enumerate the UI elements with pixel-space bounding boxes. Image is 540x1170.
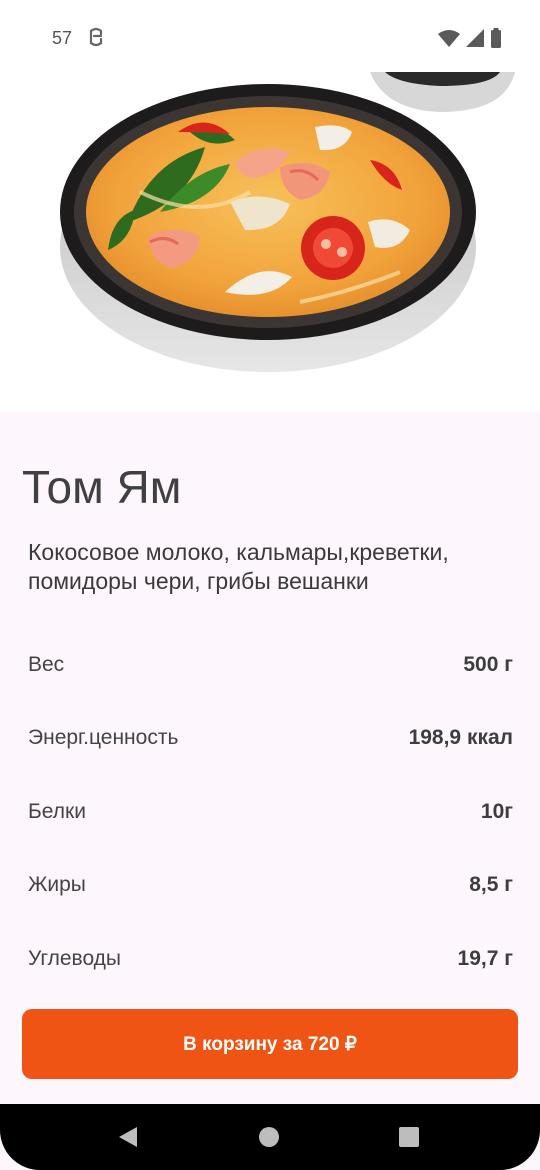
- nutrition-value: 8,5 г: [469, 873, 513, 897]
- product-description: Кокосовое молоко, кальмары,креветки, пом…: [28, 539, 449, 594]
- nutrition-row-carbs: Углеводы 19,7 г: [28, 922, 513, 996]
- status-time: 57: [52, 28, 73, 48]
- nutrition-value: 198,9 ккал: [408, 726, 513, 750]
- battery-icon: [490, 28, 502, 53]
- nutrition-row-energy: Энерг.ценность 198,9 ккал: [28, 702, 513, 776]
- nutrition-label: Энерг.ценность: [28, 726, 179, 750]
- nutrition-row-weight: Вес 500 г: [28, 628, 513, 702]
- product-image: [0, 72, 540, 412]
- add-to-cart-button[interactable]: В корзину за 720 ₽: [22, 1009, 518, 1079]
- nutrition-label: Углеводы: [28, 946, 122, 970]
- navigation-bar: [0, 1104, 540, 1170]
- status-bar: 57: [0, 0, 540, 72]
- nutrition-label: Жиры: [28, 873, 86, 897]
- nutrition-label: Белки: [28, 799, 86, 823]
- nutrition-row-fat: Жиры 8,5 г: [28, 849, 513, 923]
- wifi-icon: [438, 29, 460, 52]
- nutrition-row-protein: Белки 10г: [28, 775, 513, 849]
- recents-icon[interactable]: [398, 1126, 420, 1153]
- signal-icon: [466, 29, 484, 52]
- notification-icon: [88, 27, 104, 52]
- home-icon[interactable]: [258, 1126, 280, 1153]
- nutrition-list: Вес 500 г Энерг.ценность 198,9 ккал Белк…: [28, 628, 513, 996]
- back-icon[interactable]: [117, 1126, 139, 1153]
- nutrition-value: 19,7 г: [457, 946, 513, 970]
- nutrition-value: 500 г: [463, 652, 513, 676]
- product-title: Том Ям: [22, 461, 182, 513]
- nutrition-label: Вес: [28, 652, 65, 676]
- nutrition-value: 10г: [480, 799, 513, 823]
